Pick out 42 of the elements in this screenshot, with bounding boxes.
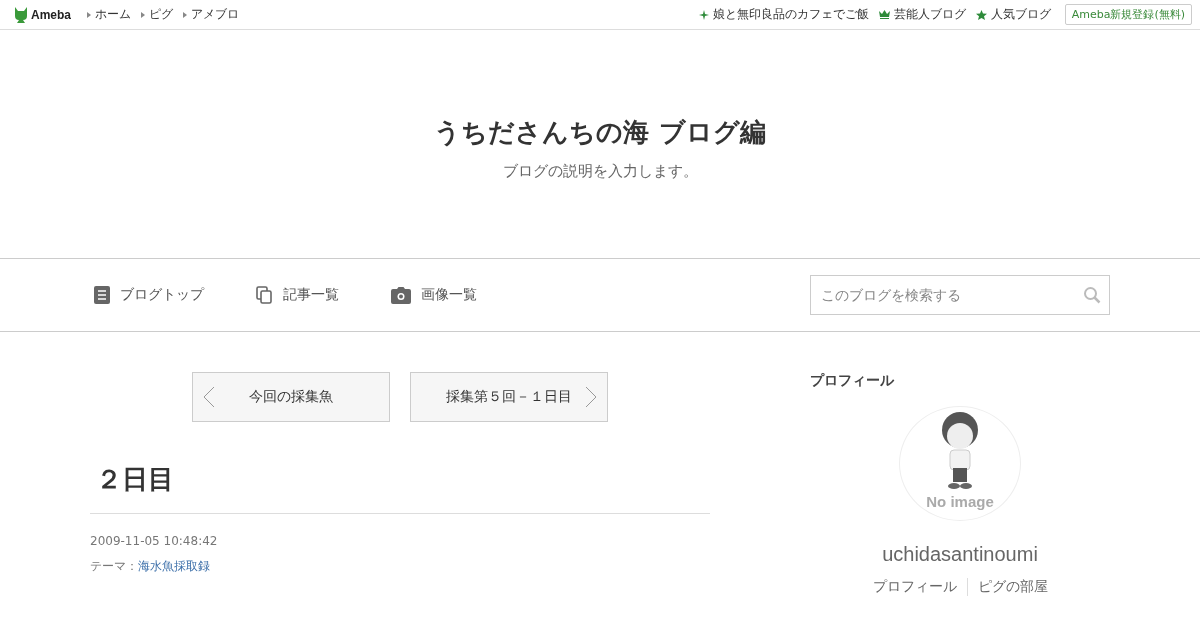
nav-item[interactable]: 画像一覧 <box>391 286 477 304</box>
nav-link[interactable]: ピグ <box>141 6 173 23</box>
previous-entry-button[interactable]: 今回の採集魚 <box>192 372 390 422</box>
camera-icon <box>391 286 411 304</box>
nav-label: ブログトップ <box>120 286 204 304</box>
blog-title[interactable]: うちださんちの海 ブログ編 <box>434 115 766 150</box>
nav-label: 画像一覧 <box>421 286 477 304</box>
triangle-icon <box>183 11 187 18</box>
profile-link[interactable]: プロフィール <box>862 578 967 596</box>
search-icon[interactable] <box>1083 286 1101 304</box>
entry-date: 2009-11-05 10:48:42 <box>90 534 218 548</box>
star-icon <box>975 9 987 20</box>
sparkle-icon <box>698 9 709 20</box>
nav-item[interactable]: 記事一覧 <box>256 286 339 304</box>
nav-label: 記事一覧 <box>283 286 339 304</box>
signup-button[interactable]: Ameba新規登録(無料) <box>1064 4 1192 25</box>
crown-icon <box>878 10 890 19</box>
ameba-logo[interactable]: Ameba <box>14 6 71 23</box>
logo-icon <box>14 6 28 23</box>
profile-heading: プロフィール <box>810 372 894 390</box>
next-entry-button[interactable]: 採集第５回－１日目 <box>410 372 608 422</box>
theme-label: テーマ： <box>90 559 138 573</box>
avatar-caption: No image <box>926 493 994 510</box>
feature-link[interactable]: 娘と無印良品のカフェでご飯 <box>698 6 869 23</box>
search-field[interactable]: このブログを検索する <box>810 275 1110 315</box>
entry-title: ２日目 <box>90 462 710 514</box>
profile-name: uchidasantinoumi <box>882 543 1038 566</box>
nav-link[interactable]: ホーム <box>87 6 131 23</box>
nav-link[interactable]: アメブロ <box>183 6 239 23</box>
logo-text: Ameba <box>31 7 71 22</box>
chevron-right-icon <box>585 386 597 408</box>
nav-item[interactable]: ブログトップ <box>94 286 204 304</box>
blog-description: ブログの説明を入力します。 <box>502 162 698 181</box>
chevron-left-icon <box>203 386 215 408</box>
profile-link[interactable]: ピグの部屋 <box>966 578 1058 596</box>
pages-icon <box>256 286 273 304</box>
feature-link[interactable]: 人気ブログ <box>975 6 1051 23</box>
triangle-icon <box>141 11 145 18</box>
theme-link[interactable]: 海水魚採取録 <box>138 559 210 573</box>
document-icon <box>94 286 110 304</box>
triangle-icon <box>87 11 91 18</box>
feature-link[interactable]: 芸能人ブログ <box>878 6 966 23</box>
